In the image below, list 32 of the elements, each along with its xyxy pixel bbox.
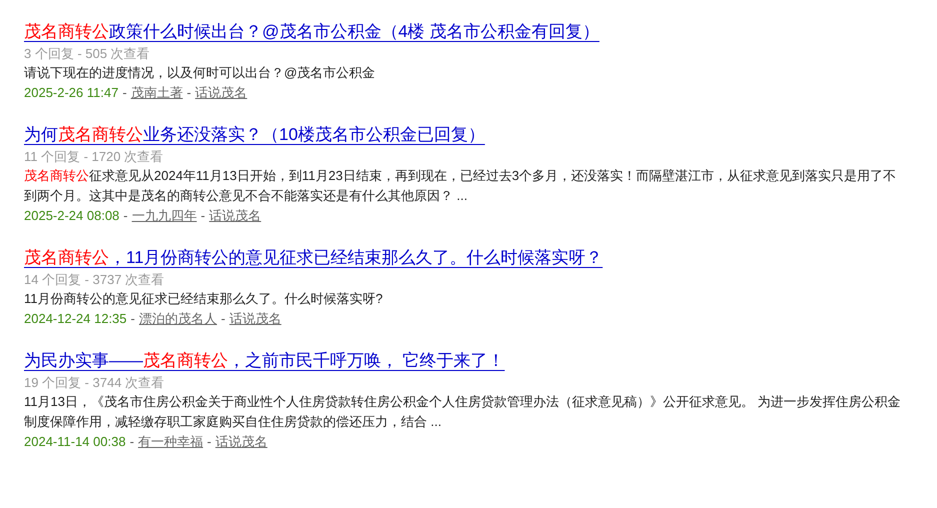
separator: -	[130, 310, 135, 328]
author-link[interactable]: 有一种幸福	[138, 432, 204, 452]
result-stats: 11 个回复 - 1720 次查看	[24, 148, 164, 166]
author-link[interactable]: 漂泊的茂名人	[139, 309, 217, 329]
result-stats: 14 个回复 - 3737 次查看	[24, 271, 166, 289]
forum-link[interactable]: 话说茂名	[195, 83, 248, 103]
forum-link[interactable]: 话说茂名	[229, 309, 282, 329]
author-link[interactable]: 茂南土著	[130, 83, 183, 103]
result-excerpt: 11月13日，《茂名市住房公积金关于商业性个人住房贷款转住房公积金个人住房贷款管理办法（征求意见稿）》公开征求意见。 为进一步发挥住房公积金制度保障作用，减轻缴存职工家庭购买自住住房贷款的偿还压力，结合 ...	[24, 393, 902, 431]
post-date: 2025-2-26 11:47	[24, 84, 118, 102]
result-title-link[interactable]: 茂名商转公，11月份商转公的意见征求已经结束那么久了。什么时候落实呀？	[24, 245, 603, 271]
separator: -	[130, 433, 134, 451]
author-link[interactable]: 一九九四年	[132, 206, 197, 226]
post-date: 2025-2-24 08:08	[24, 207, 120, 225]
separator: -	[122, 84, 127, 102]
result-excerpt: 请说下现在的进度情况，以及何时可以出台？@茂名市公积金	[24, 64, 376, 82]
result-title-link[interactable]: 为民办实事——茂名商转公，之前市民千呼万唤， 它终于来了！	[24, 348, 505, 374]
post-date: 2024-12-24 12:35	[24, 310, 127, 328]
separator: -	[123, 207, 128, 225]
separator: -	[221, 310, 226, 328]
separator: -	[186, 84, 192, 102]
result-title-link[interactable]: 茂名商转公政策什么时候出台？@茂名市公积金（4楼 茂名市公积金有回复）	[24, 19, 600, 45]
result-stats: 19 个回复 - 3744 次查看	[24, 374, 166, 392]
result-excerpt: 11月份商转公的意见征求已经结束那么久了。什么时候落实呀?	[24, 290, 384, 308]
post-date: 2024-11-14 00:38	[24, 433, 126, 451]
forum-link[interactable]: 话说茂名	[215, 432, 268, 452]
result-stats: 3 个回复 - 505 次查看	[24, 45, 151, 63]
forum-link[interactable]: 话说茂名	[209, 206, 262, 226]
separator: -	[200, 207, 206, 225]
result-title-link[interactable]: 为何茂名商转公业务还没落实？（10楼茂名市公积金已回复）	[24, 122, 485, 148]
separator: -	[207, 433, 212, 451]
result-excerpt: 茂名商转公征求意见从2024年11月13日开始，到11月23日结束，再到现在，已经过去3个多月，还没落实！而隔壁湛江市，从征求意见到落实只是用了不到两个月。这其中是茂名的商转公意见不合不能落实还是有什么其他原因？ ...	[24, 167, 898, 205]
